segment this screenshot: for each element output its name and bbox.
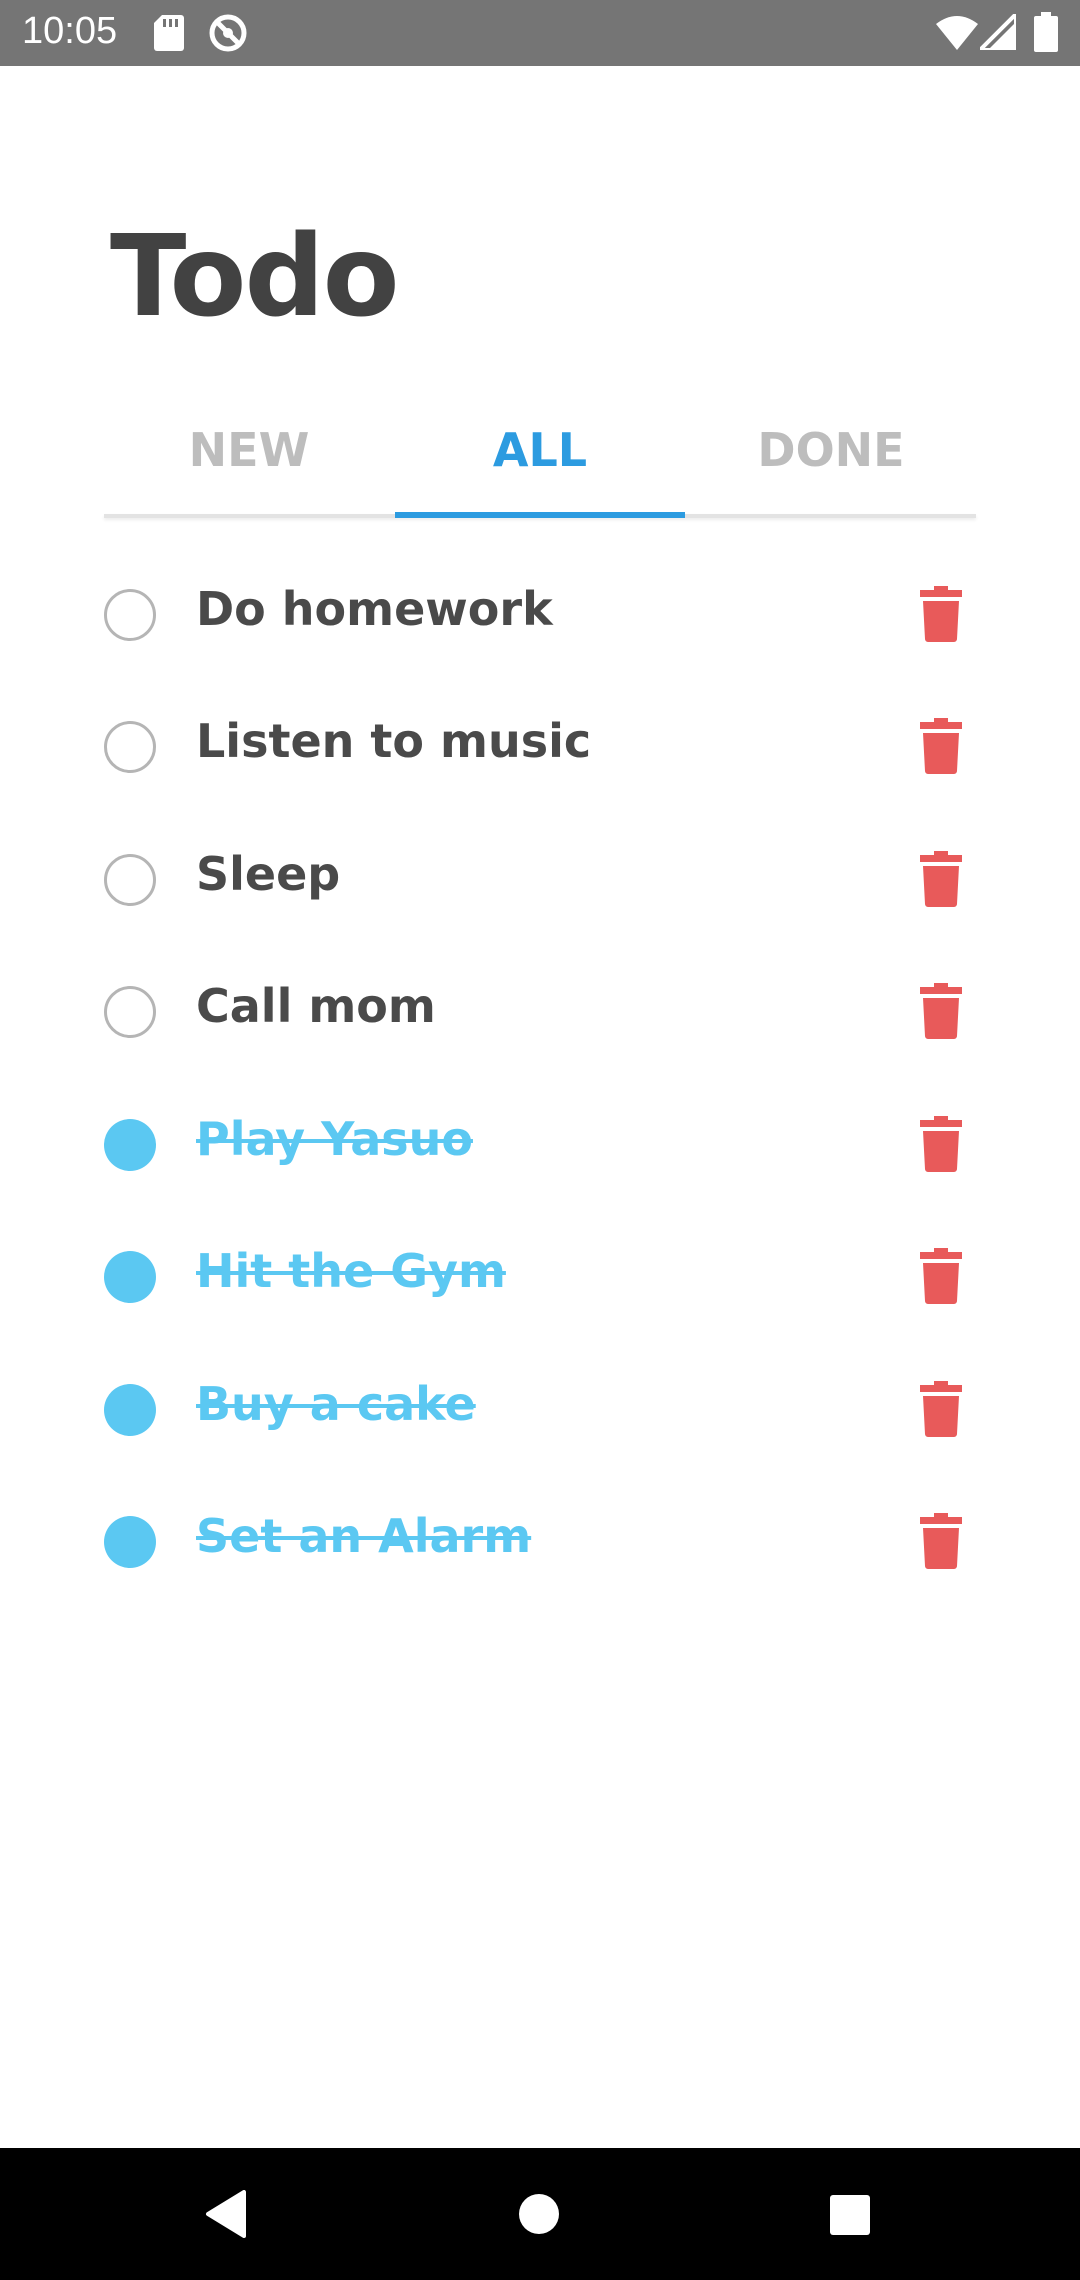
todo-item: Call mom bbox=[104, 961, 976, 1061]
tab-indicator bbox=[395, 512, 685, 518]
todo-item: Play Yasuo bbox=[104, 1094, 976, 1194]
trash-icon[interactable] bbox=[920, 1116, 962, 1172]
tab-new[interactable]: NEW bbox=[104, 410, 394, 514]
todo-item: Hit the Gym bbox=[104, 1226, 976, 1326]
todo-checkbox[interactable] bbox=[104, 1251, 156, 1303]
sd-card-icon bbox=[154, 15, 184, 51]
battery-icon bbox=[1034, 12, 1058, 52]
trash-icon[interactable] bbox=[920, 718, 962, 774]
todo-text[interactable]: Buy a cake bbox=[196, 1377, 476, 1431]
todo-checkbox[interactable] bbox=[104, 854, 156, 906]
back-icon[interactable] bbox=[204, 2190, 246, 2238]
todo-checkbox[interactable] bbox=[104, 1119, 156, 1171]
trash-icon[interactable] bbox=[920, 851, 962, 907]
todo-text[interactable]: Call mom bbox=[196, 979, 436, 1033]
status-bar: 10:05 bbox=[0, 0, 1080, 66]
todo-text[interactable]: Play Yasuo bbox=[196, 1112, 473, 1166]
todo-checkbox[interactable] bbox=[104, 1384, 156, 1436]
todo-item: Set an Alarm bbox=[104, 1491, 976, 1591]
home-icon[interactable] bbox=[519, 2194, 559, 2234]
trash-icon[interactable] bbox=[920, 983, 962, 1039]
page-title: Todo bbox=[110, 212, 400, 342]
todo-checkbox[interactable] bbox=[104, 589, 156, 641]
todo-item: Do homework bbox=[104, 564, 976, 664]
todo-checkbox[interactable] bbox=[104, 721, 156, 773]
wifi-icon bbox=[936, 16, 978, 50]
todo-text[interactable]: Listen to music bbox=[196, 714, 591, 768]
recents-icon[interactable] bbox=[830, 2195, 870, 2235]
todo-item: Buy a cake bbox=[104, 1359, 976, 1459]
todo-item: Sleep bbox=[104, 829, 976, 929]
todo-text[interactable]: Do homework bbox=[196, 582, 553, 636]
todo-text[interactable]: Sleep bbox=[196, 847, 340, 901]
navigation-bar bbox=[0, 2148, 1080, 2280]
do-not-disturb-icon bbox=[209, 14, 247, 52]
todo-checkbox[interactable] bbox=[104, 1516, 156, 1568]
todo-item: Listen to music bbox=[104, 696, 976, 796]
tab-all[interactable]: ALL bbox=[395, 410, 685, 514]
trash-icon[interactable] bbox=[920, 1248, 962, 1304]
tab-bar: NEW ALL DONE bbox=[104, 410, 976, 518]
todo-checkbox[interactable] bbox=[104, 986, 156, 1038]
trash-icon[interactable] bbox=[920, 1381, 962, 1437]
status-time: 10:05 bbox=[22, 10, 118, 52]
signal-icon bbox=[980, 14, 1016, 50]
todo-text[interactable]: Set an Alarm bbox=[196, 1509, 531, 1563]
trash-icon[interactable] bbox=[920, 1513, 962, 1569]
tab-done[interactable]: DONE bbox=[686, 410, 976, 514]
trash-icon[interactable] bbox=[920, 586, 962, 642]
todo-text[interactable]: Hit the Gym bbox=[196, 1244, 506, 1298]
